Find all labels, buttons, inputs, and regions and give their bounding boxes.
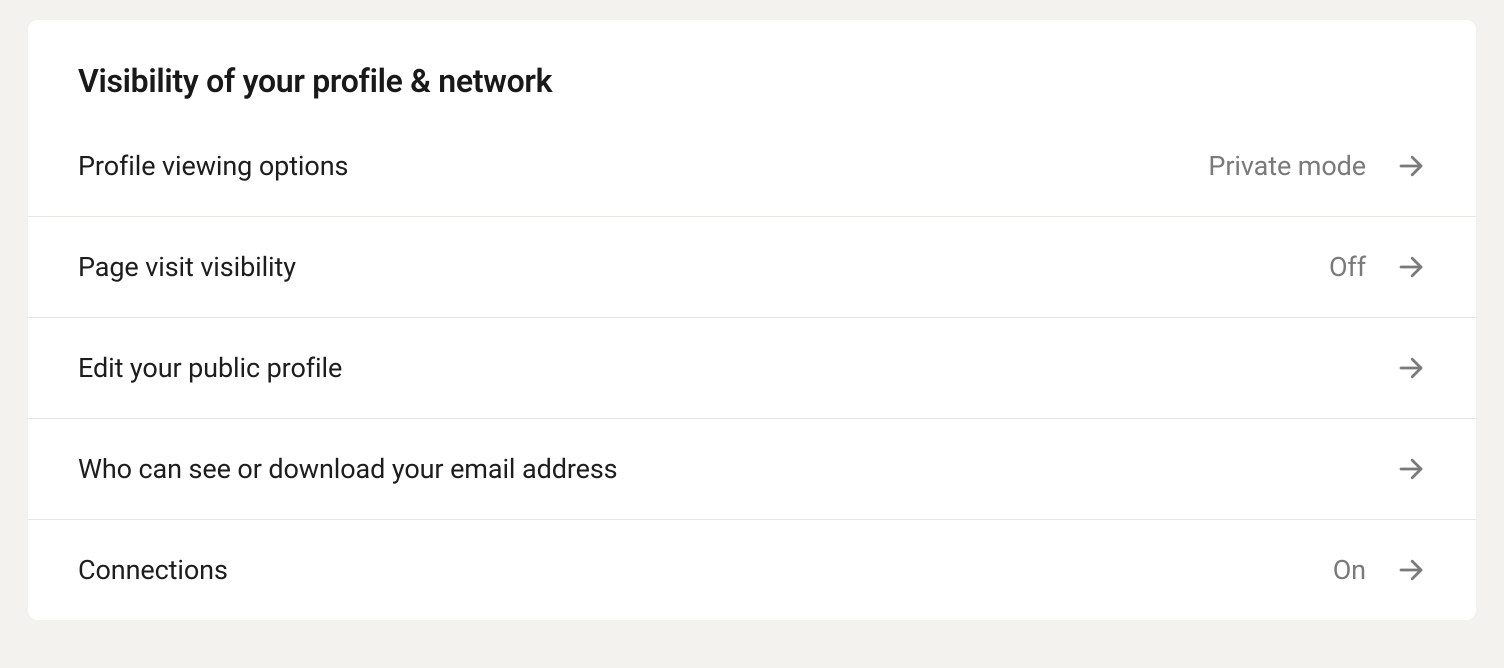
setting-row-profile-viewing-options[interactable]: Profile viewing options Private mode: [28, 134, 1476, 216]
setting-label: Page visit visibility: [78, 251, 296, 283]
settings-card: Visibility of your profile & network Pro…: [28, 20, 1476, 620]
setting-value: On: [1333, 554, 1366, 586]
settings-list: Profile viewing options Private mode Pag…: [28, 134, 1476, 620]
setting-right: Off: [1329, 251, 1426, 283]
arrow-right-icon: [1396, 454, 1426, 484]
setting-value: Off: [1329, 251, 1366, 283]
arrow-right-icon: [1396, 555, 1426, 585]
setting-right: [1366, 353, 1426, 383]
setting-row-edit-public-profile[interactable]: Edit your public profile: [28, 317, 1476, 418]
arrow-right-icon: [1396, 151, 1426, 181]
setting-right: Private mode: [1208, 150, 1426, 182]
setting-label: Connections: [78, 554, 228, 586]
setting-row-connections[interactable]: Connections On: [28, 519, 1476, 620]
setting-label: Who can see or download your email addre…: [78, 453, 618, 485]
setting-label: Profile viewing options: [78, 150, 348, 182]
arrow-right-icon: [1396, 353, 1426, 383]
arrow-right-icon: [1396, 252, 1426, 282]
setting-value: Private mode: [1208, 150, 1366, 182]
section-title: Visibility of your profile & network: [28, 20, 1476, 134]
setting-right: [1366, 454, 1426, 484]
setting-right: On: [1333, 554, 1426, 586]
setting-row-email-visibility[interactable]: Who can see or download your email addre…: [28, 418, 1476, 519]
setting-label: Edit your public profile: [78, 352, 342, 384]
setting-row-page-visit-visibility[interactable]: Page visit visibility Off: [28, 216, 1476, 317]
